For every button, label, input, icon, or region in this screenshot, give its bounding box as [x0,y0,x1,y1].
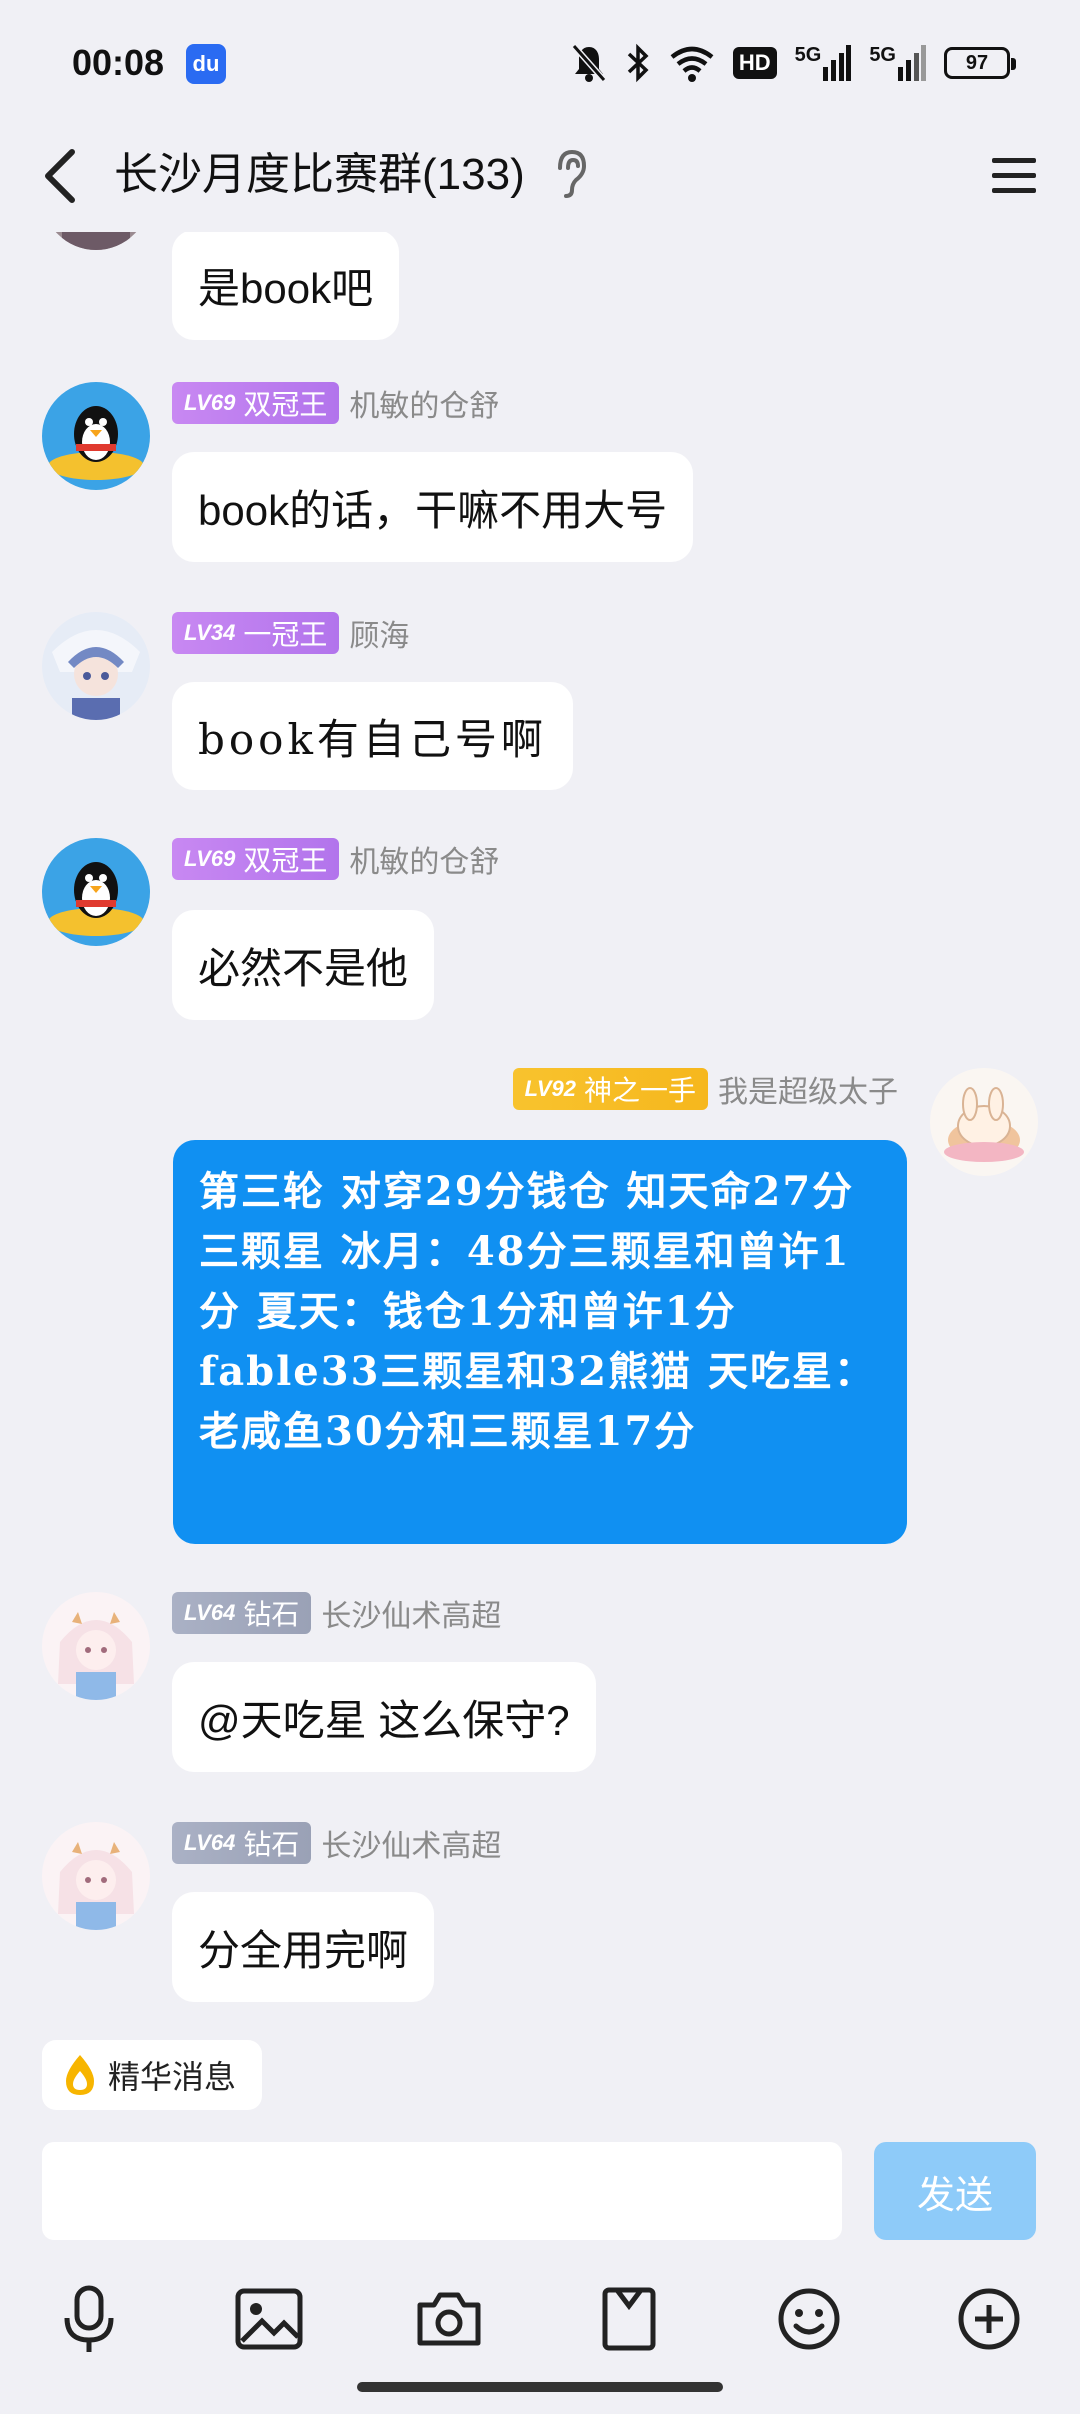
file-button[interactable] [584,2274,674,2364]
hd-icon: HD [732,47,777,79]
level-badge: LV69 双冠王 [172,838,340,880]
level-number: LV69 [184,390,236,415]
level-number: LV64 [184,1830,236,1855]
status-time: 00:08 [72,42,165,83]
level-badge: LV34 一冠王 [172,612,340,654]
essence-messages-button[interactable]: 精华消息 [42,2040,263,2110]
mute-bell-icon [571,44,607,82]
file-icon [602,2287,656,2351]
level-title: 一冠王 [243,619,328,650]
sender-name[interactable]: 机敏的仓舒 [349,837,499,881]
menu-button[interactable] [978,140,1048,210]
emoji-icon [778,2288,840,2350]
status-bar: 00:08 du HD 5G 5G 97 [0,0,1080,130]
bluetooth-icon [627,43,649,83]
level-number: LV92 [524,1076,576,1101]
avatar[interactable] [42,1822,150,1930]
message-bubble[interactable]: @天吃星 这么保守? [172,1662,596,1772]
battery-indicator: 97 [944,47,1016,79]
signal-5g-icon-1: 5G [795,45,852,81]
net-label-2: 5G [869,44,896,66]
avatar-self[interactable] [930,1068,1038,1176]
message-bubble[interactable]: book的话，干嘛不用大号 [172,452,694,562]
back-button[interactable] [30,136,110,216]
flame-icon [66,2055,94,2095]
sender-name[interactable]: 长沙仙术高超 [321,1591,501,1635]
signal-bars-icon [823,45,852,81]
level-badge: LV64 钻石 [172,1822,312,1864]
camera-icon [417,2292,481,2346]
status-icons: HD 5G 5G 97 [571,40,1016,86]
composer-toolbar [0,2274,1080,2364]
home-indicator[interactable] [357,2382,723,2392]
level-number: LV64 [184,1600,236,1625]
essence-label: 精华消息 [108,2059,237,2095]
net-label-1: 5G [794,44,822,66]
level-number: LV34 [184,620,236,645]
level-title: 钻石 [243,1829,300,1860]
baidu-app-icon: du [186,44,226,84]
microphone-icon [64,2285,114,2352]
image-icon [235,2288,303,2350]
ear-icon[interactable] [550,144,590,204]
message-list[interactable]: 是book吧 LV69 双冠王 机敏的仓舒 book的话，干嘛不用大号 LV34… [0,232,1080,2028]
chevron-left-icon [45,149,75,203]
image-button[interactable] [224,2274,314,2364]
more-button[interactable] [944,2274,1034,2364]
message-bubble[interactable]: book有自己号啊 [172,682,573,790]
send-button[interactable]: 发送 [874,2142,1036,2240]
sender-name[interactable]: 机敏的仓舒 [349,381,499,425]
composer-panel: 精华消息 发送 [0,2028,1080,2414]
level-title: 神之一手 [583,1075,696,1106]
signal-5g-icon-2: 5G [869,45,926,81]
sender-name[interactable]: 长沙仙术高超 [321,1821,501,1865]
sender-meta: LV64 钻石 长沙仙术高超 [172,1822,501,1864]
sender-name[interactable]: 我是超级太子 [718,1067,898,1111]
avatar[interactable] [42,612,150,720]
message-bubble[interactable]: 分全用完啊 [172,1892,435,2002]
message-bubble[interactable]: 是book吧 [172,232,400,340]
level-title: 钻石 [243,1599,300,1630]
emoji-button[interactable] [764,2274,854,2364]
sender-meta: LV34 一冠王 顾海 [172,612,409,654]
message-input[interactable] [42,2142,842,2240]
voice-button[interactable] [44,2274,134,2364]
sender-meta: LV69 双冠王 机敏的仓舒 [172,838,499,880]
sender-meta: LV69 双冠王 机敏的仓舒 [172,382,499,424]
level-badge: LV69 双冠王 [172,382,340,424]
avatar[interactable] [42,382,150,490]
group-title[interactable]: 长沙月度比赛群(133) [114,140,525,210]
chat-header: 长沙月度比赛群(133) [0,120,1080,232]
level-badge: LV64 钻石 [172,1592,312,1634]
avatar[interactable] [42,838,150,946]
wifi-icon [670,46,714,82]
menu-icon [992,158,1036,193]
sender-name[interactable]: 顾海 [349,611,409,655]
message-bubble-self[interactable]: 第三轮 对穿29分钱仓 知天命27分三颗星 冰月：48分三颗星和曾许1分 夏天：… [173,1140,907,1544]
avatar[interactable] [42,1592,150,1700]
signal-bars-icon [898,45,926,81]
message-bubble[interactable]: 必然不是他 [172,910,435,1020]
plus-icon [958,2288,1020,2350]
level-number: LV69 [184,846,236,871]
level-title: 双冠王 [243,389,328,420]
sender-meta: LV64 钻石 长沙仙术高超 [172,1592,501,1634]
avatar[interactable] [42,232,150,250]
level-badge: LV92 神之一手 [512,1068,708,1110]
camera-button[interactable] [404,2274,494,2364]
level-title: 双冠王 [243,845,328,876]
sender-meta: LV92 神之一手 我是超级太子 [512,1067,898,1111]
